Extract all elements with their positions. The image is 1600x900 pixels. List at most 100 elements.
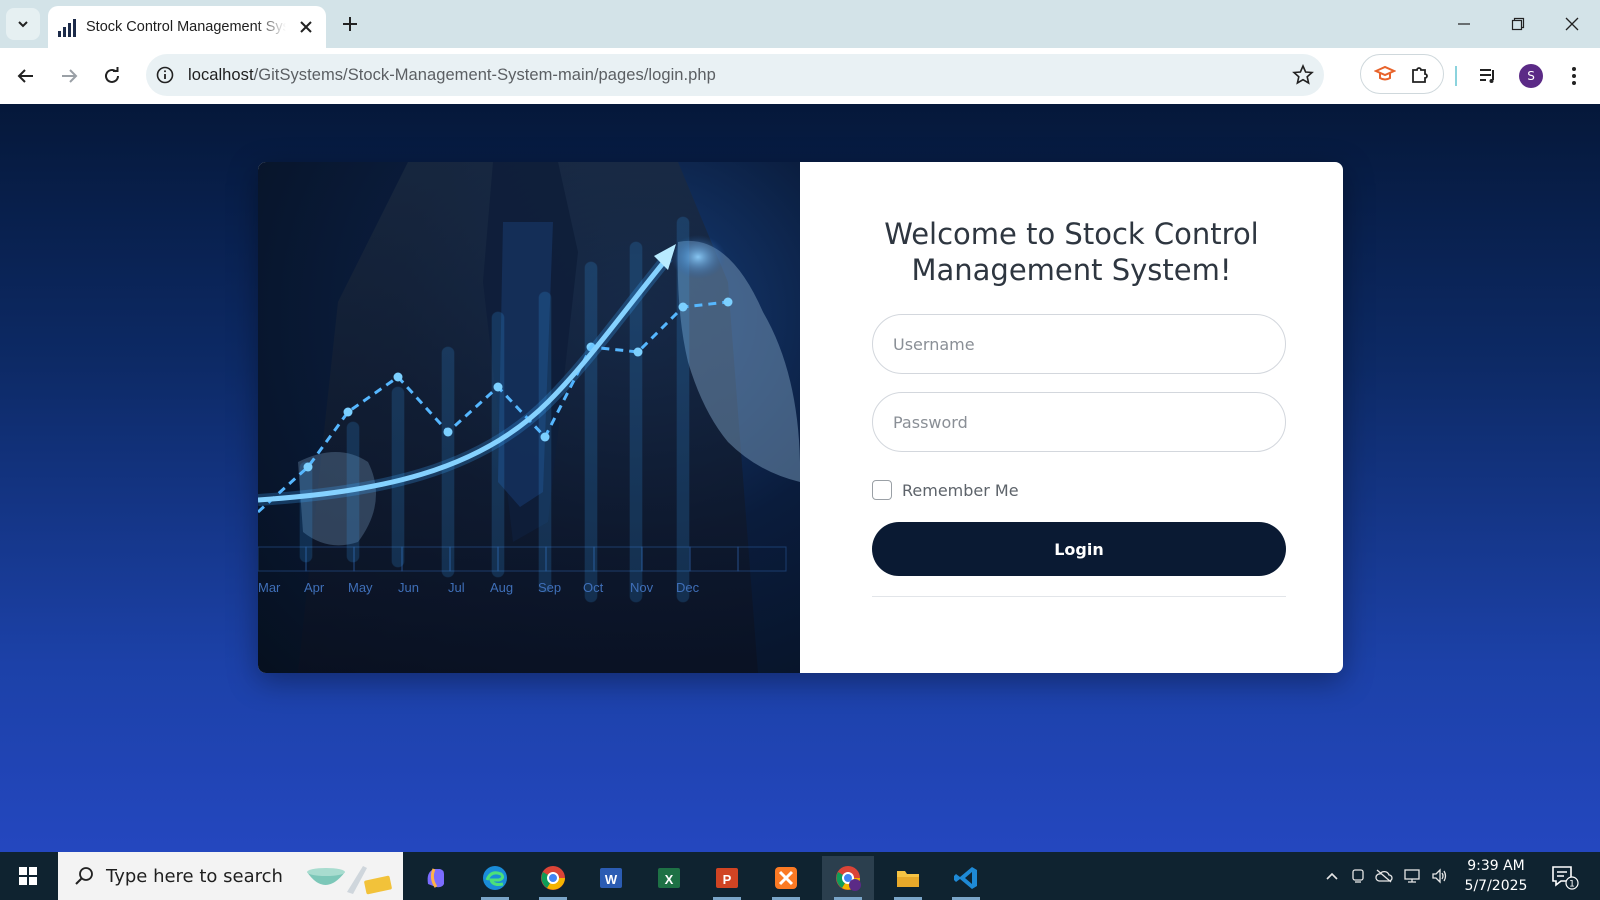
puzzle-extensions-icon[interactable] [1409, 63, 1431, 85]
taskbar-search-box[interactable]: Type here to search [58, 852, 403, 900]
copilot-taskbar-icon[interactable] [410, 856, 462, 900]
chart-grid-cell [258, 546, 307, 572]
profile-avatar[interactable]: S [1517, 62, 1545, 90]
meet-now-icon[interactable] [1348, 866, 1368, 886]
file-explorer-taskbar-icon[interactable] [882, 856, 934, 900]
close-icon [1565, 17, 1579, 31]
hero-chart-illustration: Mar Apr May Jun Jul Aug Sep Oct Nov Dec [258, 162, 800, 673]
new-tab-button[interactable] [336, 10, 364, 38]
welcome-title: Welcome to Stock Control Management Syst… [884, 217, 1259, 287]
onedrive-offline-icon[interactable] [1374, 866, 1394, 886]
plus-icon [343, 17, 357, 31]
extensions-group [1360, 54, 1444, 94]
svg-text:W: W [605, 872, 618, 887]
close-window-button[interactable] [1552, 8, 1592, 40]
chevron-down-icon [18, 21, 28, 28]
mortarboard-extension-icon[interactable] [1373, 63, 1396, 85]
browser-tab-active[interactable]: Stock Control Management System [48, 6, 326, 48]
vscode-taskbar-icon[interactable] [940, 856, 992, 900]
clock-time: 9:39 AM [1467, 858, 1525, 874]
month-label: Dec [676, 580, 700, 595]
reload-button[interactable] [96, 60, 128, 92]
windows-logo-icon [19, 867, 37, 885]
system-clock[interactable]: 9:39 AM 5/7/2025 [1452, 856, 1540, 896]
month-label: Jun [398, 580, 419, 595]
search-icon [75, 867, 93, 885]
xampp-taskbar-icon[interactable] [760, 856, 812, 900]
minimize-icon [1458, 23, 1470, 25]
search-placeholder: Type here to search [106, 865, 283, 887]
month-label: Mar [258, 580, 281, 595]
password-input[interactable] [872, 392, 1286, 452]
tab-title: Stock Control Management System [86, 19, 286, 35]
month-label: Nov [630, 580, 654, 595]
browser-toolbar: localhost/GitSystems/Stock-Management-Sy… [0, 48, 1600, 104]
url-path: /GitSystems/Stock-Management-System-main… [253, 65, 716, 84]
url-host: localhost [188, 65, 254, 84]
chart-point [303, 462, 313, 472]
word-taskbar-icon[interactable]: W [585, 856, 637, 900]
month-label: Aug [490, 580, 513, 595]
svg-text:X: X [665, 872, 674, 887]
minimize-button[interactable] [1444, 8, 1484, 40]
chart-favicon-icon [58, 17, 78, 37]
chart-candle [538, 291, 552, 593]
restore-button[interactable] [1498, 8, 1538, 40]
forward-button[interactable] [53, 60, 85, 92]
toolbar-divider [1455, 66, 1457, 86]
start-button[interactable] [8, 860, 48, 892]
chart-point [443, 427, 453, 437]
edge-taskbar-icon[interactable] [469, 856, 521, 900]
chevron-up-icon[interactable] [1322, 866, 1342, 886]
chart-point [678, 302, 688, 312]
tab-close-icon[interactable] [296, 17, 316, 37]
remember-me-label[interactable]: Remember Me [902, 481, 1019, 500]
hero-stock-image: Mar Apr May Jun Jul Aug Sep Oct Nov Dec [258, 162, 800, 673]
windows-taskbar: Type here to search W X P 9:39 AM 5/7/2025… [0, 852, 1600, 900]
avatar: S [1519, 64, 1543, 88]
tab-search-button[interactable] [6, 8, 40, 40]
chart-point [343, 407, 353, 417]
site-info-icon[interactable] [155, 65, 175, 85]
more-menu-icon[interactable] [1560, 62, 1588, 90]
login-button[interactable]: Login [872, 522, 1286, 576]
network-icon[interactable] [1402, 866, 1422, 886]
username-input[interactable] [872, 314, 1286, 374]
month-label: Apr [304, 580, 325, 595]
search-highlight-art-icon [307, 866, 392, 895]
browser-tabstrip: Stock Control Management System [0, 0, 1600, 48]
chart-candle [676, 216, 690, 603]
svg-text:P: P [723, 872, 732, 887]
page-viewport: Mar Apr May Jun Jul Aug Sep Oct Nov Dec Welcome t… [0, 104, 1600, 852]
chart-candle [584, 261, 598, 603]
remember-me-row: Remember Me [872, 480, 1019, 500]
restore-icon [1511, 17, 1525, 31]
arrow-left-icon [17, 69, 33, 83]
bookmark-star-icon[interactable] [1292, 64, 1314, 86]
chrome-profile-taskbar-icon[interactable] [822, 856, 874, 900]
chart-point [493, 382, 503, 392]
media-control-icon[interactable] [1474, 62, 1502, 90]
chart-point [393, 372, 403, 382]
clock-date: 5/7/2025 [1464, 878, 1528, 894]
volume-icon[interactable] [1430, 866, 1450, 886]
back-button[interactable] [10, 60, 42, 92]
reload-icon [105, 67, 119, 83]
month-label: May [348, 580, 373, 595]
chart-candle [299, 461, 313, 563]
notification-center-icon[interactable]: 1 [1550, 864, 1580, 890]
address-bar[interactable]: localhost/GitSystems/Stock-Management-Sy… [146, 54, 1324, 96]
url-text: localhost/GitSystems/Stock-Management-Sy… [188, 66, 716, 85]
notification-count: 1 [1569, 880, 1575, 890]
powerpoint-taskbar-icon[interactable]: P [701, 856, 753, 900]
chart-point [723, 297, 733, 307]
month-label: Oct [583, 580, 604, 595]
chrome-taskbar-icon[interactable] [527, 856, 579, 900]
remember-me-checkbox[interactable] [872, 480, 892, 500]
excel-taskbar-icon[interactable]: X [643, 856, 695, 900]
month-label: Jul [448, 580, 465, 595]
chart-point [633, 347, 643, 357]
login-card: Mar Apr May Jun Jul Aug Sep Oct Nov Dec Welcome t… [258, 162, 1343, 673]
arrow-right-icon [62, 69, 78, 83]
login-form-panel: Welcome to Stock Control Management Syst… [800, 162, 1343, 673]
